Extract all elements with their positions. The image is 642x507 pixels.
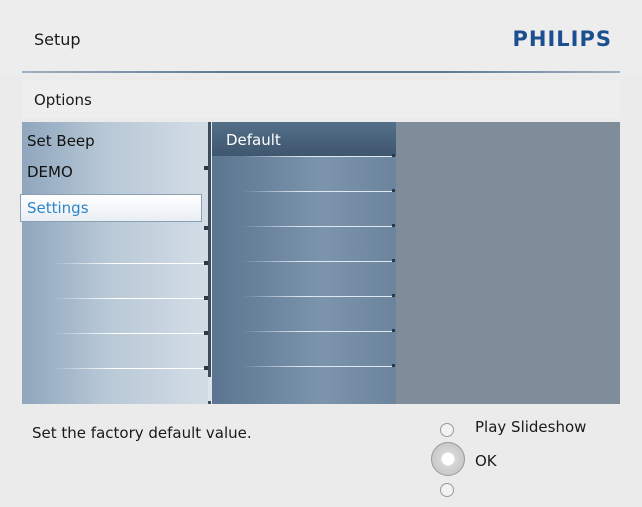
help-text: Set the factory default value.: [32, 424, 252, 442]
brand-logo: PHILIPS: [512, 27, 612, 51]
submenu-empty-line: [242, 156, 392, 157]
submenu-empty-line: [242, 226, 392, 227]
submenu-empty-line: [242, 331, 392, 332]
submenu-item-default[interactable]: Default: [212, 122, 396, 156]
menu-item-demo[interactable]: DEMO: [27, 163, 73, 181]
submenu-empty-line: [242, 366, 392, 367]
submenu-row-marker: [392, 294, 395, 297]
photo-frame-screen: Setup PHILIPS Options Set Beep DEMO Sett…: [0, 0, 642, 507]
options-bar: Options: [22, 80, 620, 118]
submenu-row-marker: [392, 224, 395, 227]
menu-empty-line: [52, 368, 208, 369]
header: Setup PHILIPS: [0, 0, 642, 76]
menu-item-settings[interactable]: Settings: [20, 194, 202, 222]
options-label: Options: [34, 91, 92, 109]
menu-empty-line: [52, 263, 208, 264]
menu-panel: Set Beep DEMO Settings Default: [20, 122, 620, 404]
menu-empty-line: [52, 298, 208, 299]
submenu-empty-line: [242, 261, 392, 262]
preview-area: [396, 122, 620, 404]
ok-label: OK: [475, 452, 497, 470]
page-title: Setup: [34, 30, 81, 49]
submenu-row-marker: [392, 329, 395, 332]
submenu-row-marker: [392, 154, 395, 157]
down-button-icon[interactable]: [440, 483, 454, 497]
header-divider: [22, 71, 620, 73]
submenu-empty-line: [242, 296, 392, 297]
submenu-empty-line: [242, 191, 392, 192]
submenu-row-marker: [392, 364, 395, 367]
submenu-row-marker: [392, 259, 395, 262]
submenu-row-marker: [392, 189, 395, 192]
menu-empty-line: [52, 333, 208, 334]
column-separator: [208, 122, 211, 404]
submenu-column: Default: [212, 122, 396, 404]
play-slideshow-label: Play Slideshow: [475, 418, 587, 436]
ok-button-icon[interactable]: [431, 442, 465, 476]
submenu-item-label: Default: [226, 131, 281, 149]
menu-column: Set Beep DEMO Settings: [20, 122, 210, 404]
menu-item-set-beep[interactable]: Set Beep: [27, 132, 95, 150]
up-button-icon[interactable]: [440, 423, 454, 437]
